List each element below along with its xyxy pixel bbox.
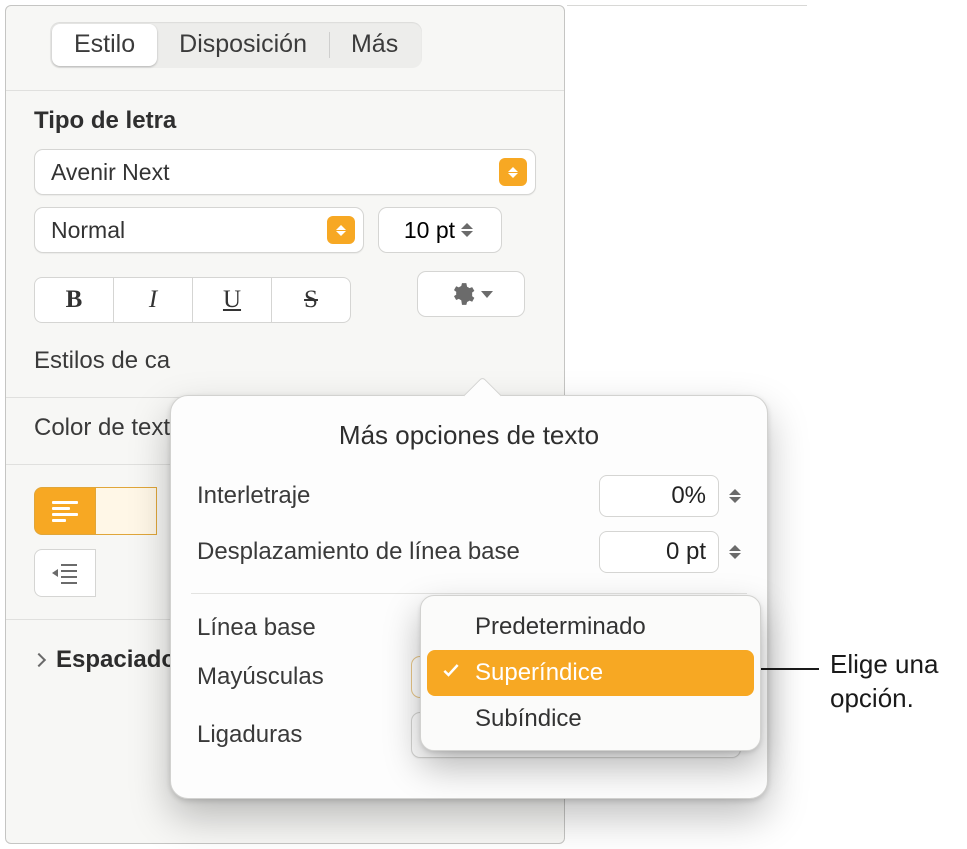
tab-style[interactable]: Estilo — [52, 24, 157, 66]
font-size-field[interactable] — [378, 207, 502, 253]
divider — [191, 593, 747, 594]
font-family-popup[interactable]: Avenir Next — [34, 149, 536, 195]
baseline-shift-label: Desplazamiento de línea base — [197, 538, 520, 566]
font-section-title: Tipo de letra — [34, 107, 536, 135]
check-icon — [441, 659, 461, 687]
align-left-button[interactable] — [34, 487, 96, 535]
ligatures-label: Ligaduras — [197, 721, 302, 749]
baseline-shift-row: Desplazamiento de línea base 0 pt — [197, 531, 741, 573]
font-size-input[interactable] — [385, 217, 455, 244]
italic-button[interactable]: I — [113, 277, 193, 323]
popover-title: Más opciones de texto — [197, 420, 741, 451]
baseline-shift-value[interactable]: 0 pt — [599, 531, 719, 573]
outdent-button[interactable] — [34, 549, 96, 597]
disclosure-chevron-icon — [32, 653, 46, 667]
tracking-value[interactable]: 0% — [599, 475, 719, 517]
font-style-popup[interactable]: Normal — [34, 207, 364, 253]
font-style-value: Normal — [51, 217, 125, 244]
baseline-shift-stepper[interactable] — [729, 545, 741, 559]
gear-icon — [449, 281, 475, 307]
tracking-label: Interletraje — [197, 482, 310, 510]
divider — [6, 90, 564, 91]
popup-caret-icon — [327, 216, 355, 244]
menu-item-label: Predeterminado — [475, 613, 646, 641]
strikethrough-button[interactable]: S — [271, 277, 351, 323]
menu-item-label: Subíndice — [475, 705, 582, 733]
font-family-value: Avenir Next — [51, 159, 169, 186]
menu-item-superscript[interactable]: Superíndice — [427, 650, 754, 696]
outdent-icon — [51, 562, 79, 584]
tab-more[interactable]: Más — [329, 24, 420, 66]
chevron-down-icon — [481, 291, 493, 298]
character-styles-label: Estilos de ca — [34, 347, 536, 375]
tracking-row: Interletraje 0% — [197, 475, 741, 517]
bold-button[interactable]: B — [34, 277, 114, 323]
baseline-label: Línea base — [197, 614, 316, 642]
menu-item-subscript[interactable]: Subíndice — [427, 696, 754, 742]
align-left-icon — [52, 498, 78, 525]
menu-item-default[interactable]: Predeterminado — [427, 604, 754, 650]
tab-layout[interactable]: Disposición — [157, 24, 329, 66]
text-style-group: B I U S — [34, 277, 351, 323]
menu-item-label: Superíndice — [475, 659, 603, 687]
align-center-button[interactable] — [95, 487, 157, 535]
inspector-tabs: Estilo Disposición Más — [50, 22, 422, 68]
callout-text: Elige una opción. — [830, 648, 938, 716]
underline-button[interactable]: U — [192, 277, 272, 323]
caps-label: Mayúsculas — [197, 663, 324, 691]
spacing-label: Espaciado — [56, 646, 176, 674]
advanced-options-button[interactable] — [417, 271, 525, 317]
popup-caret-icon — [499, 158, 527, 186]
tracking-stepper[interactable] — [729, 489, 741, 503]
font-size-stepper[interactable] — [461, 223, 473, 237]
callout-leader-line — [759, 668, 819, 670]
baseline-menu: Predeterminado Superíndice Subíndice — [420, 595, 761, 751]
